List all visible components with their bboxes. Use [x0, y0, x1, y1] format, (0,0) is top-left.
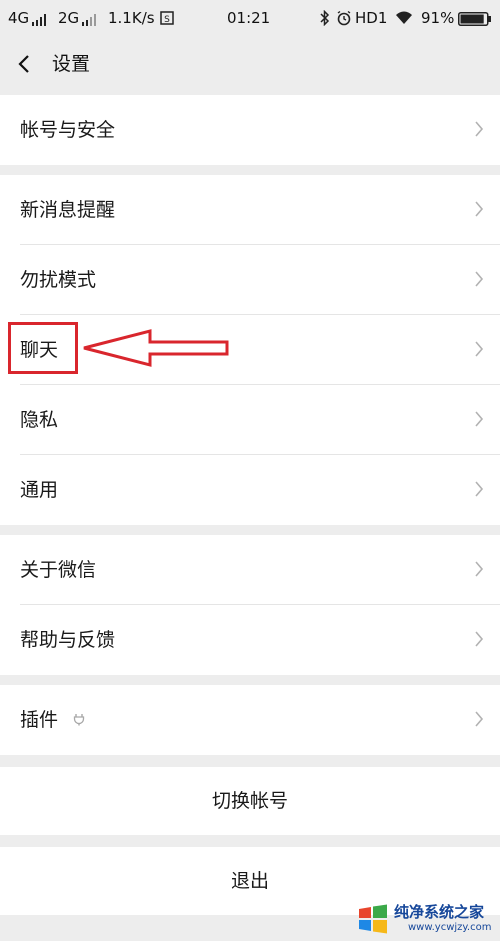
data-saver-icon: S: [160, 11, 174, 29]
chevron-right-icon: [475, 631, 484, 647]
settings-item-do-not-disturb[interactable]: 勿扰模式: [0, 245, 500, 315]
wifi-icon: [394, 10, 414, 30]
settings-item-label: 新消息提醒: [20, 199, 116, 221]
network-2g-label: 2G: [58, 9, 80, 27]
status-bar: 4G 2G 1.1K/s S 01:21 HD1 91%: [0, 0, 500, 36]
back-icon[interactable]: [16, 54, 32, 74]
network-4g-label: 4G: [8, 9, 30, 27]
settings-item-plugins[interactable]: 插件: [0, 685, 500, 755]
settings-item-label: 勿扰模式: [20, 269, 97, 291]
plugin-icon: [73, 714, 85, 726]
settings-group-plugins: 插件: [0, 685, 500, 755]
settings-item-account-security[interactable]: 帐号与安全: [0, 95, 500, 165]
settings-item-about-wechat[interactable]: 关于微信: [0, 535, 500, 605]
settings-group-account: 帐号与安全: [0, 95, 500, 165]
signal-icon-2: [82, 12, 98, 30]
chevron-right-icon: [475, 341, 484, 357]
switch-account-button[interactable]: 切换帐号: [0, 767, 500, 835]
annotation-arrow-icon: [83, 329, 229, 367]
switch-account-label: 切换帐号: [211, 790, 288, 812]
settings-item-help-feedback[interactable]: 帮助与反馈: [0, 605, 500, 675]
chevron-right-icon: [475, 481, 484, 497]
settings-group-about: 关于微信 帮助与反馈: [0, 535, 500, 675]
annotation-highlight-box: [8, 322, 78, 374]
battery-percent: 91%: [421, 9, 455, 27]
chevron-right-icon: [475, 711, 484, 727]
settings-item-label: 插件: [20, 709, 59, 731]
windows-logo-icon: [359, 904, 387, 934]
page-title: 设置: [52, 53, 91, 75]
signal-icon: [32, 12, 48, 30]
settings-item-privacy[interactable]: 隐私: [0, 385, 500, 455]
settings-item-label: 帮助与反馈: [20, 629, 116, 651]
svg-text:S: S: [164, 15, 170, 25]
settings-item-label: 帐号与安全: [20, 119, 116, 141]
battery-icon: [458, 12, 492, 30]
watermark-url: www.ycwjzy.com: [408, 922, 492, 933]
settings-item-label: 隐私: [20, 409, 59, 431]
watermark-name: 纯净系统之家: [394, 903, 485, 921]
settings-item-label: 关于微信: [20, 559, 97, 581]
bluetooth-icon: [320, 9, 330, 30]
chevron-right-icon: [475, 121, 484, 137]
navigation-bar: 设置: [0, 36, 500, 94]
logout-label: 退出: [230, 870, 269, 892]
alarm-icon: [336, 10, 352, 30]
network-speed: 1.1K/s: [108, 9, 155, 27]
settings-item-general[interactable]: 通用: [0, 455, 500, 525]
settings-item-notifications[interactable]: 新消息提醒: [0, 175, 500, 245]
clock: 01:21: [227, 9, 271, 27]
chevron-right-icon: [475, 411, 484, 427]
hd-label: HD1: [355, 9, 388, 27]
chevron-right-icon: [475, 271, 484, 287]
watermark: 纯净系统之家 www.ycwjzy.com: [352, 901, 492, 937]
chevron-right-icon: [475, 561, 484, 577]
settings-item-label: 通用: [20, 479, 59, 501]
chevron-right-icon: [475, 201, 484, 217]
